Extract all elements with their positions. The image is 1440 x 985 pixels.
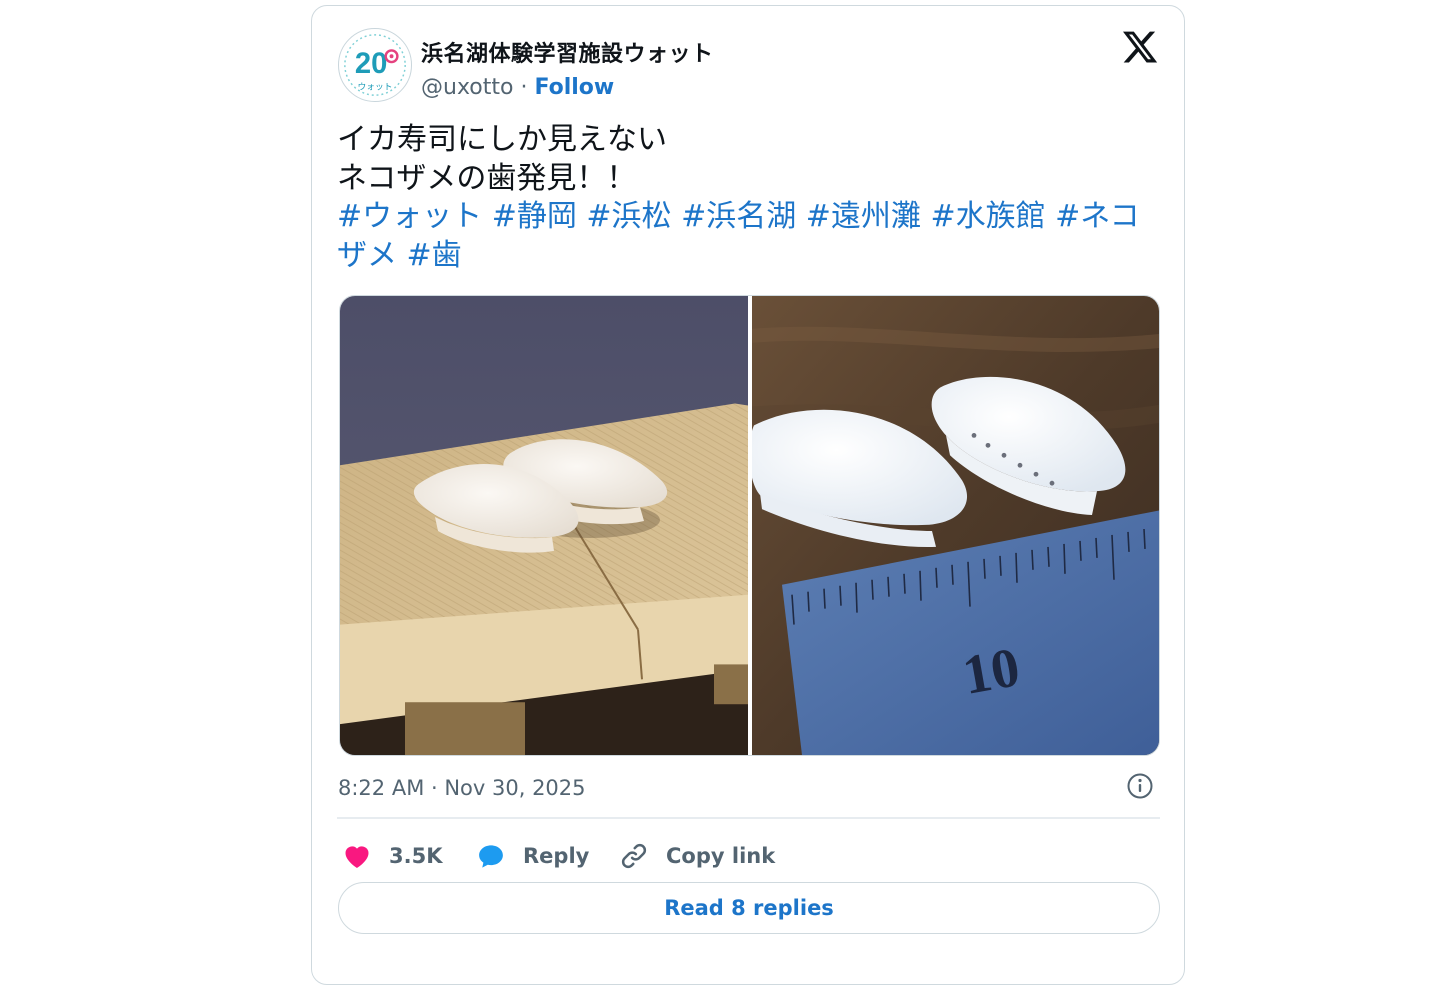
photo-teeth-with-ruler[interactable]: 10 [752,296,1159,755]
tweet-card: 20 ウォット 浜名湖体験学習施設ウォット @uxotto · Follow イ… [311,5,1185,985]
ruler-photo-icon: 10 [752,296,1159,755]
divider [337,817,1160,819]
hashtag-link[interactable]: #歯 [407,238,462,273]
hashtag-link[interactable]: #遠州灘 [806,199,921,234]
avatar-subtext: ウォット [358,81,393,92]
x-logo-icon[interactable] [1121,28,1159,66]
follow-button[interactable]: Follow [534,75,614,100]
author-display-name[interactable]: 浜名湖体験学習施設ウォット [421,36,714,68]
copy-link-label: Copy link [666,844,776,868]
like-button[interactable]: 3.5K [342,836,442,876]
hashtag-link[interactable]: #ウォット [337,199,482,234]
read-replies-button[interactable]: Read 8 replies [338,882,1160,934]
ruler-number: 10 [958,636,1024,707]
action-bar: 3.5K Reply Copy link [342,836,1162,876]
author-handle[interactable]: @uxotto [421,75,513,100]
tweet-text: イカ寿司にしか見えない ネコザメの歯発見！！ #ウォット #静岡 #浜松 #浜名… [337,121,1167,275]
author-avatar[interactable]: 20 ウォット [338,28,412,102]
like-count: 3.5K [389,844,443,868]
tweet-timestamp[interactable]: 8:22 AM · Nov 30, 2025 [338,776,586,800]
reply-button[interactable]: Reply [476,836,589,876]
speech-bubble-icon [476,841,506,871]
media-grid: 10 [339,295,1160,756]
author-handle-line: @uxotto · Follow [421,75,614,100]
tweet-text-line: イカ寿司にしか見えない [337,122,667,157]
hashtag-link[interactable]: #水族館 [930,199,1045,234]
info-icon[interactable] [1126,772,1154,800]
tweet-text-line: ネコザメの歯発見！！ [337,160,637,196]
sushi-photo-icon [340,296,748,755]
link-icon [619,841,649,871]
hashtag-link[interactable]: #浜名湖 [681,199,796,234]
handle-separator: · [513,75,535,100]
hashtag-link[interactable]: #浜松 [586,199,671,234]
reply-label: Reply [523,844,590,868]
avatar-number: 20 [355,48,387,80]
hashtag-link[interactable]: #静岡 [492,199,577,234]
hashtag-list: #ウォット #静岡 #浜松 #浜名湖 #遠州灘 #水族館 #ネコザメ #歯 [337,198,1167,275]
avatar-logo-icon: 20 ウォット [339,29,411,101]
copy-link-button[interactable]: Copy link [619,836,775,876]
photo-sushi-teeth-on-stand[interactable] [340,296,748,755]
heart-icon [342,841,372,871]
